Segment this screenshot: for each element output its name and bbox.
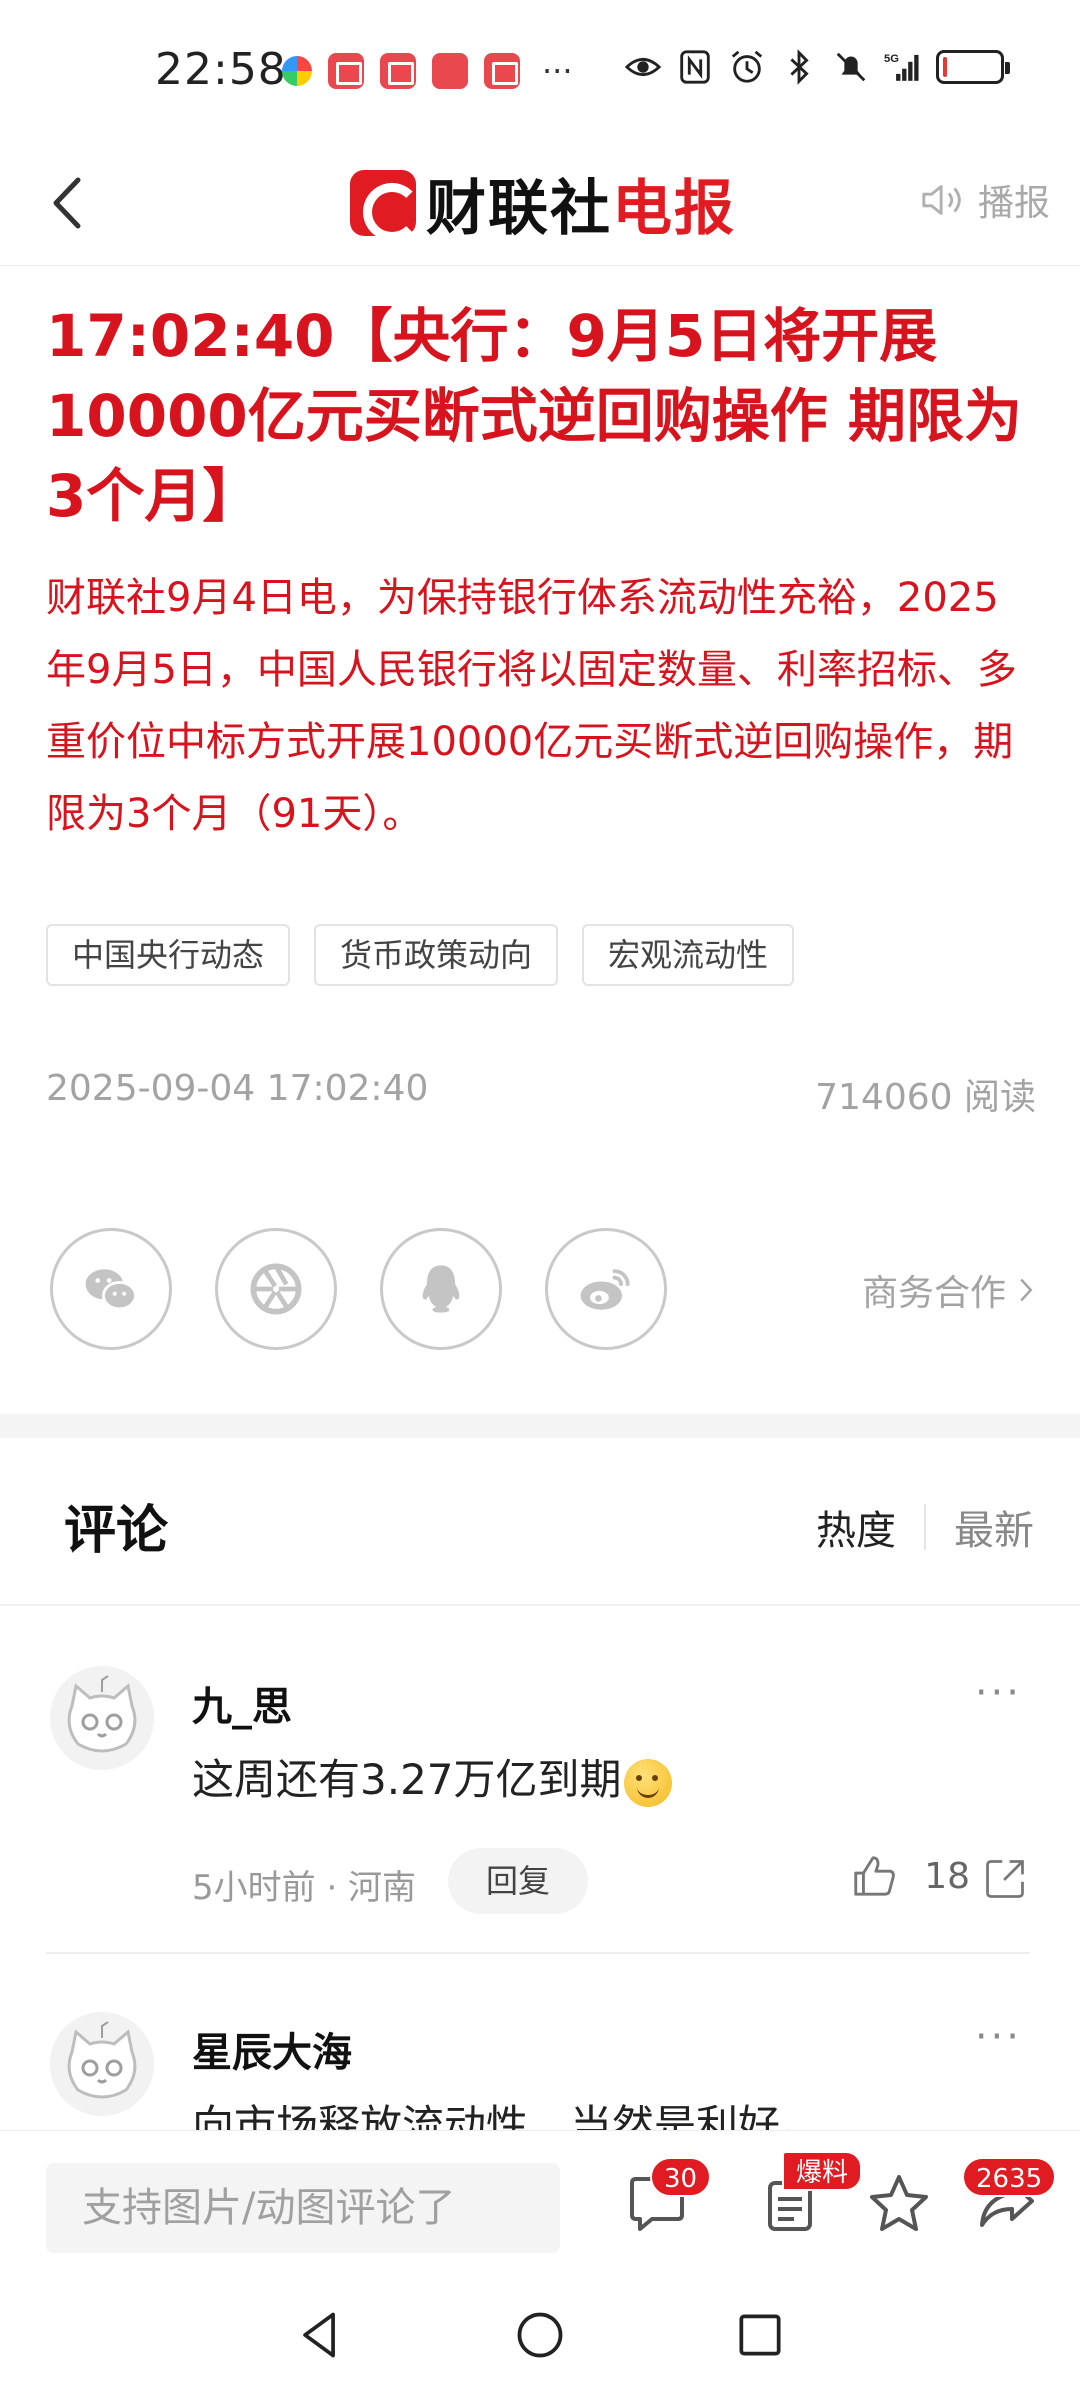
bluetooth-icon (780, 48, 818, 86)
chevron-right-icon (1020, 1278, 1033, 1302)
tip-off-badge: 爆料 (782, 2151, 863, 2191)
like-button[interactable]: 18 (850, 1852, 970, 1900)
nav-back-button[interactable] (285, 2300, 355, 2370)
comment-input[interactable]: 支持图片/动图评论了 (46, 2163, 560, 2253)
sort-separator (924, 1504, 926, 1550)
wechat-icon (85, 1269, 137, 1311)
article: 17:02:40【央行：9月5日将开展10000亿元买断式逆回购操作 期限为3个… (46, 296, 1036, 850)
circle-home-icon (517, 2312, 563, 2358)
back-button[interactable] (40, 170, 100, 236)
broadcast-button[interactable]: 播报 (920, 174, 1050, 226)
moments-icon (250, 1263, 302, 1315)
comment-text: 这周还有3.27万亿到期 (192, 1746, 672, 1807)
comment-author[interactable]: 星辰大海 (192, 2020, 352, 2078)
smile-emoji-icon (623, 1758, 672, 1807)
status-system-icons: 5G (624, 48, 1010, 86)
tag-macro-liquidity[interactable]: 宏观流动性 (582, 924, 795, 986)
app-header: 财联社电报 播报 (0, 140, 1080, 266)
comment-author[interactable]: 九_思 (192, 1674, 292, 1732)
nfc-icon (676, 48, 714, 86)
comment-text-content: 这周还有3.27万亿到期 (192, 1755, 622, 1804)
eye-icon (624, 48, 662, 86)
avatar[interactable] (50, 2012, 154, 2116)
tag-monetary-policy[interactable]: 货币政策动向 (314, 924, 559, 986)
comment-text: 向市场释放流动性，当然是利好。 (192, 2101, 823, 2130)
more-notifications-icon: ··· (542, 52, 573, 90)
reader-app-icon (328, 53, 364, 89)
share-qq-button[interactable] (380, 1228, 502, 1350)
comment-meta: 5小时前 · 河南 (192, 1868, 417, 1908)
status-time: 22:58 (155, 44, 287, 95)
color-app-icon (282, 56, 312, 86)
default-cat-avatar-icon (50, 2012, 154, 2116)
alarm-icon (728, 48, 766, 86)
reply-button[interactable]: 回复 (448, 1848, 589, 1914)
square-recents-icon (739, 2314, 781, 2356)
article-body: 财联社9月4日电，为保持银行体系流动性充裕，2025年9月5日，中国人民银行将以… (46, 575, 1017, 837)
nav-home-button[interactable] (505, 2300, 575, 2370)
business-cooperation-link[interactable]: 商务合作 (862, 1264, 1034, 1316)
share-moments-button[interactable] (215, 1228, 337, 1350)
svg-text:5G: 5G (884, 53, 899, 65)
mute-icon (832, 48, 870, 86)
share-wechat-button[interactable] (50, 1228, 172, 1350)
weibo-icon (580, 1269, 630, 1310)
read-count: 714060 阅读 (815, 1077, 1036, 1118)
tag-central-bank[interactable]: 中国央行动态 (46, 924, 291, 986)
thumbs-up-icon (854, 1856, 896, 1896)
comments-title: 评论 (64, 1501, 169, 1561)
system-navigation-bar (0, 2270, 1080, 2400)
comment-sort: 热度 最新 (816, 1498, 1034, 1556)
triangle-back-icon (303, 2312, 335, 2358)
default-cat-avatar-icon (50, 1666, 154, 1770)
broadcast-label: 播报 (977, 183, 1050, 224)
favorite-button[interactable] (864, 2169, 934, 2239)
article-headline: 17:02:40【央行：9月5日将开展10000亿元买断式逆回购操作 期限为3个… (46, 302, 1022, 530)
reader-app-icon (380, 53, 416, 89)
comment-item: 星辰大海 ··· 向市场释放流动性，当然是利好。 (0, 1954, 1080, 2130)
share-out-icon (986, 1860, 1024, 1898)
share-count-badge: 2635 (962, 2157, 1057, 2197)
comment-item: 九_思 ··· 这周还有3.27万亿到期 5小时前 · 河南 回复 18 (0, 1606, 1080, 1954)
like-count: 18 (924, 1855, 970, 1897)
cls-telegraph-logo: 财联社电报 (350, 158, 736, 248)
comments-header: 评论 热度 最新 (0, 1438, 1080, 1606)
battery-level (943, 57, 947, 77)
chevron-left-icon (53, 177, 81, 229)
comment-more-button[interactable]: ··· (975, 1670, 1022, 1716)
star-icon (870, 2175, 928, 2231)
signal-icon: 5G (884, 48, 922, 86)
logo-text: 财联社 (426, 173, 612, 244)
nav-recents-button[interactable] (725, 2300, 795, 2370)
status-bar: 22:58 ··· 5G (0, 0, 1080, 140)
sort-by-hot-tab[interactable]: 热度 (816, 1498, 896, 1556)
bottom-action-bar: 支持图片/动图评论了 30 爆料 2635 (0, 2130, 1080, 2270)
huawei-app-icon (432, 53, 468, 89)
battery-icon (936, 50, 1010, 84)
reader-app-icon (484, 53, 520, 89)
comment-count-badge: 30 (650, 2157, 712, 2197)
article-meta: 2025-09-04 17:02:40 714060 阅读 (46, 1068, 1036, 1120)
section-divider (0, 1414, 1080, 1438)
share-weibo-button[interactable] (545, 1228, 667, 1350)
article-tags: 中国央行动态 货币政策动向 宏观流动性 (46, 924, 795, 986)
share-row (50, 1228, 667, 1350)
speaker-icon (922, 185, 961, 215)
sort-by-latest-tab[interactable]: 最新 (954, 1498, 1034, 1556)
cls-logo-icon (350, 170, 421, 241)
avatar[interactable] (50, 1666, 154, 1770)
logo-text-red: 电报 (612, 173, 736, 244)
article-datetime: 2025-09-04 17:02:40 (46, 1068, 429, 1109)
comment-share-button[interactable] (982, 1856, 1028, 1906)
business-cooperation-label: 商务合作 (861, 1273, 1006, 1314)
qq-icon (422, 1265, 460, 1313)
comment-more-button[interactable]: ··· (975, 2014, 1022, 2060)
status-notification-icons: ··· (282, 52, 573, 90)
